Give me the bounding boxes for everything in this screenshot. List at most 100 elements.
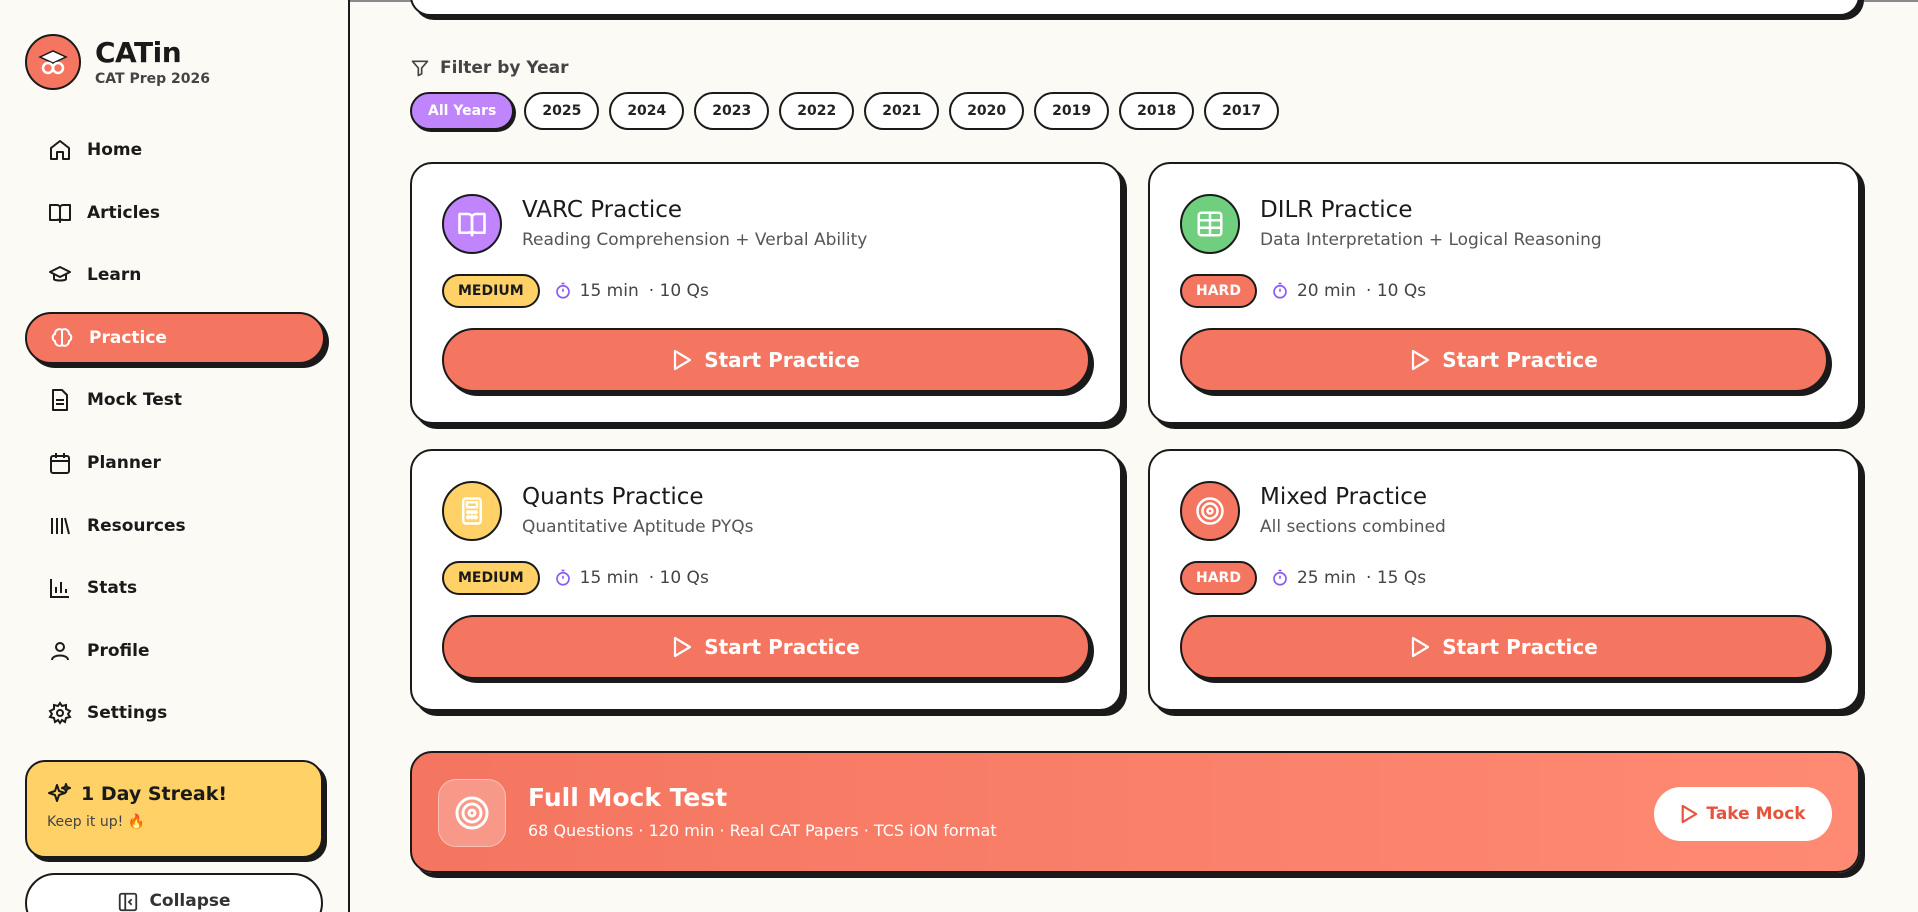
- start-practice-button[interactable]: Start Practice: [442, 615, 1090, 679]
- difficulty-badge: HARD: [1180, 561, 1257, 595]
- mock-subtitle: 68 Questions · 120 min · Real CAT Papers…: [528, 821, 997, 840]
- year-chip-2017[interactable]: 2017: [1204, 92, 1280, 130]
- sidebar-item-label: Home: [87, 140, 143, 160]
- sidebar-item-resources[interactable]: Resources: [25, 500, 325, 552]
- sidebar: CATin CAT Prep 2026 Home Articles Learn: [0, 0, 350, 912]
- start-practice-label: Start Practice: [704, 635, 860, 659]
- year-chip-2018[interactable]: 2018: [1119, 92, 1195, 130]
- table-icon: [1180, 194, 1240, 254]
- sidebar-item-label: Learn: [87, 265, 142, 286]
- sparkles-icon: [47, 782, 71, 806]
- full-mock-banner: Full Mock Test 68 Questions · 120 min · …: [410, 751, 1860, 873]
- card-time: 25 min: [1296, 568, 1357, 588]
- book-open-icon: [442, 194, 502, 254]
- year-chip-2021[interactable]: 2021: [864, 92, 940, 130]
- book-open-icon: [47, 200, 73, 226]
- start-practice-label: Start Practice: [1442, 348, 1598, 372]
- sidebar-item-label: Planner: [87, 452, 161, 473]
- brand[interactable]: CATin CAT Prep 2026: [25, 34, 210, 90]
- card-meta: MEDIUM 15 min · 10 Qs: [442, 561, 709, 595]
- calculator-icon: [442, 481, 502, 541]
- year-filter-chips: All Years 2025 2024 2023 2022 2021 2020 …: [410, 92, 1289, 130]
- year-chip-2023[interactable]: 2023: [694, 92, 770, 130]
- card-meta: HARD 20 min · 10 Qs: [1180, 274, 1426, 308]
- card-meta: MEDIUM 15 min · 10 Qs: [442, 274, 709, 308]
- practice-card-mixed: Mixed Practice All sections combined HAR…: [1148, 449, 1860, 711]
- sidebar-item-label: Profile: [87, 640, 150, 661]
- stopwatch-icon: [554, 282, 572, 300]
- logo-icon: [25, 34, 81, 90]
- sidebar-item-learn[interactable]: Learn: [25, 249, 325, 301]
- brain-icon: [49, 325, 75, 351]
- practice-card-quants: Quants Practice Quantitative Aptitude PY…: [410, 449, 1122, 711]
- target-icon: [438, 779, 506, 847]
- year-chip-2025[interactable]: 2025: [524, 92, 600, 130]
- sidebar-item-practice[interactable]: Practice: [25, 311, 325, 364]
- sidebar-item-label: Articles: [87, 202, 161, 223]
- start-practice-label: Start Practice: [1442, 635, 1598, 659]
- card-subtitle: Data Interpretation + Logical Reasoning: [1260, 230, 1602, 250]
- card-time: 20 min: [1296, 281, 1357, 301]
- sidebar-item-home[interactable]: Home: [25, 124, 325, 176]
- panel-collapse-icon: [117, 891, 139, 912]
- target-icon: [1180, 481, 1240, 541]
- collapse-button[interactable]: Collapse: [25, 873, 323, 912]
- card-time: 15 min: [579, 568, 639, 588]
- card-title: VARC Practice: [522, 197, 683, 223]
- practice-card-dilr: DILR Practice Data Interpretation + Logi…: [1148, 162, 1860, 424]
- start-practice-button[interactable]: Start Practice: [1180, 615, 1828, 679]
- card-time: 15 min: [579, 281, 639, 301]
- practice-card-varc: VARC Practice Reading Comprehension + Ve…: [410, 162, 1122, 424]
- card-subtitle: Quantitative Aptitude PYQs: [522, 517, 754, 537]
- collapse-label: Collapse: [149, 891, 231, 911]
- sidebar-nav: Home Articles Learn Practice Mock Test P…: [25, 124, 325, 750]
- card-subtitle: Reading Comprehension + Verbal Ability: [522, 230, 868, 250]
- library-icon: [47, 513, 73, 539]
- year-chip-2022[interactable]: 2022: [779, 92, 855, 130]
- sidebar-item-label: Mock Test: [87, 390, 183, 411]
- sidebar-item-planner[interactable]: Planner: [25, 437, 325, 489]
- calendar-icon: [47, 450, 73, 476]
- card-title: Quants Practice: [522, 484, 704, 510]
- streak-card: 1 Day Streak! Keep it up! 🔥: [25, 760, 323, 858]
- play-icon: [1410, 349, 1430, 371]
- card-questions: · 10 Qs: [648, 568, 709, 588]
- take-mock-label: Take Mock: [1706, 804, 1806, 824]
- gear-icon: [47, 700, 73, 726]
- year-chip-all[interactable]: All Years: [410, 92, 515, 130]
- mock-title: Full Mock Test: [528, 783, 728, 812]
- start-practice-button[interactable]: Start Practice: [1180, 328, 1828, 392]
- file-text-icon: [47, 387, 73, 413]
- sidebar-item-label: Resources: [87, 515, 186, 536]
- difficulty-badge: HARD: [1180, 274, 1257, 308]
- filter-label: Filter by Year: [410, 58, 569, 78]
- card-questions: · 15 Qs: [1366, 568, 1427, 588]
- sidebar-item-label: Practice: [89, 327, 167, 348]
- bar-chart-icon: [47, 575, 73, 601]
- sidebar-item-articles[interactable]: Articles: [25, 187, 325, 239]
- stopwatch-icon: [554, 569, 572, 587]
- card-questions: · 10 Qs: [1366, 281, 1427, 301]
- sidebar-item-mock-test[interactable]: Mock Test: [25, 374, 325, 426]
- brand-title: CATin: [95, 36, 182, 69]
- take-mock-button[interactable]: Take Mock: [1654, 787, 1832, 841]
- streak-title: 1 Day Streak!: [81, 783, 227, 805]
- graduation-cap-icon: [47, 262, 73, 288]
- start-practice-button[interactable]: Start Practice: [442, 328, 1090, 392]
- difficulty-badge: MEDIUM: [442, 274, 540, 308]
- filter-icon: [410, 58, 430, 78]
- play-icon: [1410, 636, 1430, 658]
- card-subtitle: All sections combined: [1260, 517, 1446, 537]
- sidebar-item-label: Stats: [87, 578, 138, 599]
- filter-label-text: Filter by Year: [440, 58, 569, 78]
- sidebar-item-settings[interactable]: Settings: [25, 687, 325, 739]
- sidebar-item-profile[interactable]: Profile: [25, 625, 325, 677]
- year-chip-2019[interactable]: 2019: [1034, 92, 1110, 130]
- year-chip-2024[interactable]: 2024: [609, 92, 685, 130]
- stopwatch-icon: [1271, 282, 1289, 300]
- card-title: DILR Practice: [1260, 197, 1413, 223]
- year-chip-2020[interactable]: 2020: [949, 92, 1025, 130]
- card-meta: HARD 25 min · 15 Qs: [1180, 561, 1426, 595]
- play-icon: [672, 636, 692, 658]
- sidebar-item-stats[interactable]: Stats: [25, 562, 325, 614]
